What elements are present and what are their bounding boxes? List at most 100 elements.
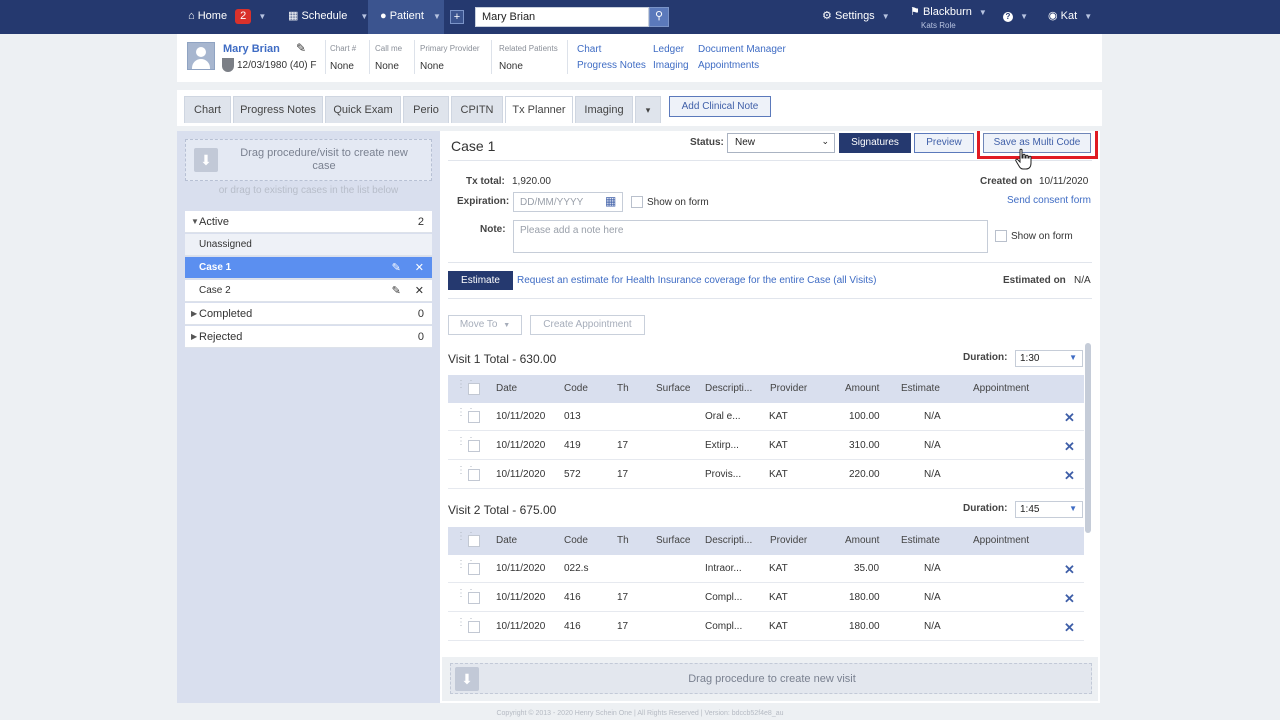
group-completed[interactable]: ▶ Completed 0 (185, 303, 432, 325)
column-header[interactable]: Date (496, 527, 517, 555)
add-clinical-note-button[interactable]: Add Clinical Note (669, 96, 771, 117)
delete-icon[interactable]: ✕ (1064, 404, 1075, 432)
column-header[interactable]: Amount (845, 527, 879, 555)
patient-search-button[interactable]: ⚲ (649, 7, 669, 27)
chevron-down-icon: ▼ (1020, 12, 1028, 21)
pencil-icon[interactable]: ✎ (392, 285, 401, 297)
note-show-on-form-checkbox[interactable] (995, 230, 1007, 242)
column-header[interactable]: Th (617, 375, 629, 403)
drag-handle-icon[interactable]: ⋮⋮ (456, 466, 476, 480)
tab-quick-exam[interactable]: Quick Exam (325, 96, 401, 123)
pencil-icon[interactable]: ✎ (296, 41, 306, 55)
estimate-button[interactable]: Estimate (448, 271, 513, 290)
row-checkbox[interactable] (468, 440, 480, 452)
tab-cpitn[interactable]: CPITN (451, 96, 503, 123)
tabs-more-dropdown[interactable]: ▾ (635, 96, 661, 123)
tab-chart[interactable]: Chart (184, 96, 231, 123)
nav-schedule[interactable]: ▦ Schedule ▼ (288, 0, 368, 34)
case-unassigned[interactable]: Unassigned (185, 234, 432, 256)
table-row[interactable]: ⋮⋮ 10/11/2020 416 17 Compl... KAT 180.00… (448, 584, 1084, 612)
nav-user[interactable]: ◉ Kat ▼ (1048, 0, 1092, 34)
column-header[interactable]: Surface (656, 527, 690, 555)
column-header[interactable]: Estimate (901, 527, 940, 555)
calendar-icon[interactable]: ▦ (605, 194, 616, 208)
link-appointments[interactable]: Appointments (698, 60, 759, 71)
table-row[interactable]: ⋮⋮ 10/11/2020 416 17 Compl... KAT 180.00… (448, 613, 1084, 641)
row-checkbox[interactable] (468, 411, 480, 423)
preview-button[interactable]: Preview (914, 133, 974, 153)
table-row[interactable]: ⋮⋮ 10/11/2020 013 Oral e... KAT 100.00 N… (448, 403, 1084, 431)
link-document-manager[interactable]: Document Manager (698, 44, 786, 55)
tab-perio[interactable]: Perio (403, 96, 449, 123)
nav-patient[interactable]: ● Patient (368, 0, 430, 34)
visit-2-duration-select[interactable]: 1:45 ▼ (1015, 501, 1083, 518)
drag-handle-icon[interactable]: ⋮⋮ (456, 437, 476, 451)
case-2-item[interactable]: Case 2 ✎ ✕ (185, 280, 432, 302)
column-header[interactable]: Date (496, 375, 517, 403)
column-header[interactable]: Th (617, 527, 629, 555)
column-header[interactable]: Estimate (901, 375, 940, 403)
status-select[interactable]: New ⌄ (727, 133, 835, 153)
table-row[interactable]: ⋮⋮ 10/11/2020 419 17 Extirp... KAT 310.0… (448, 432, 1084, 460)
column-header[interactable]: Descripti... (705, 375, 752, 403)
nav-help[interactable]: ? ▼ (1003, 0, 1028, 34)
signatures-button[interactable]: Signatures (839, 133, 911, 153)
chevron-down-icon[interactable]: ▼ (258, 12, 266, 21)
patient-name-link[interactable]: Mary Brian (223, 43, 280, 55)
scrollbar[interactable] (1085, 343, 1091, 533)
link-chart[interactable]: Chart (577, 44, 601, 55)
close-icon[interactable]: ✕ (415, 262, 424, 274)
row-checkbox[interactable] (468, 469, 480, 481)
patient-search-input[interactable]: Mary Brian (475, 7, 649, 27)
delete-icon[interactable]: ✕ (1064, 614, 1075, 642)
link-imaging[interactable]: Imaging (653, 60, 689, 71)
tab-imaging[interactable]: Imaging (575, 96, 633, 123)
drag-handle-icon[interactable]: ⋮⋮ (456, 408, 476, 422)
nav-patient-dropdown[interactable]: ▼ (430, 0, 444, 34)
tab-tx-planner[interactable]: Tx Planner (505, 96, 573, 123)
delete-icon[interactable]: ✕ (1064, 433, 1075, 461)
create-appointment-button[interactable]: Create Appointment (530, 315, 645, 335)
delete-icon[interactable]: ✕ (1064, 462, 1075, 490)
note-textarea[interactable]: Please add a note here (513, 220, 988, 253)
row-checkbox[interactable] (468, 592, 480, 604)
link-progress-notes[interactable]: Progress Notes (577, 60, 646, 71)
column-header[interactable]: Amount (845, 375, 879, 403)
add-patient-button[interactable]: + (450, 10, 464, 24)
move-to-button[interactable]: Move To ▼ (448, 315, 522, 335)
show-on-form-checkbox[interactable] (631, 196, 643, 208)
column-header[interactable]: Code (564, 527, 588, 555)
table-row[interactable]: ⋮⋮ 10/11/2020 572 17 Provis... KAT 220.0… (448, 461, 1084, 489)
select-all-checkbox[interactable] (468, 383, 480, 395)
link-ledger[interactable]: Ledger (653, 44, 684, 55)
column-header[interactable]: Appointment (973, 375, 1029, 403)
delete-icon[interactable]: ✕ (1064, 556, 1075, 584)
tab-progress-notes[interactable]: Progress Notes (233, 96, 323, 123)
send-consent-form-link[interactable]: Send consent form (1007, 195, 1091, 206)
pencil-icon[interactable]: ✎ (392, 262, 401, 274)
close-icon[interactable]: ✕ (415, 285, 424, 297)
group-active[interactable]: ▼ Active 2 (185, 211, 432, 233)
case-1-item[interactable]: Case 1 ✎ ✕ (185, 257, 432, 279)
column-header[interactable]: Provider (770, 527, 807, 555)
row-checkbox[interactable] (468, 563, 480, 575)
visit-1-duration-select[interactable]: 1:30 ▼ (1015, 350, 1083, 367)
column-header[interactable]: Surface (656, 375, 690, 403)
column-header[interactable]: Appointment (973, 527, 1029, 555)
nav-settings[interactable]: ⚙ Settings ▼ (822, 0, 890, 34)
column-header[interactable]: Code (564, 375, 588, 403)
select-all-checkbox[interactable] (468, 535, 480, 547)
new-case-dropzone[interactable]: ⬇ Drag procedure/visit to create new cas… (185, 139, 432, 181)
estimate-description[interactable]: Request an estimate for Health Insurance… (517, 275, 876, 286)
drag-handle-icon[interactable]: ⋮⋮ (456, 589, 476, 603)
delete-icon[interactable]: ✕ (1064, 585, 1075, 613)
table-row[interactable]: ⋮⋮ 10/11/2020 022.s Intraor... KAT 35.00… (448, 555, 1084, 583)
row-checkbox[interactable] (468, 621, 480, 633)
new-visit-dropzone[interactable]: ⬇ Drag procedure to create new visit (450, 663, 1092, 694)
group-rejected[interactable]: ▶ Rejected 0 (185, 326, 432, 348)
column-header[interactable]: Descripti... (705, 527, 752, 555)
drag-handle-icon[interactable]: ⋮⋮ (456, 560, 476, 574)
nav-home[interactable]: ⌂ Home 2 ▼ (188, 0, 266, 34)
column-header[interactable]: Provider (770, 375, 807, 403)
drag-handle-icon[interactable]: ⋮⋮ (456, 618, 476, 632)
